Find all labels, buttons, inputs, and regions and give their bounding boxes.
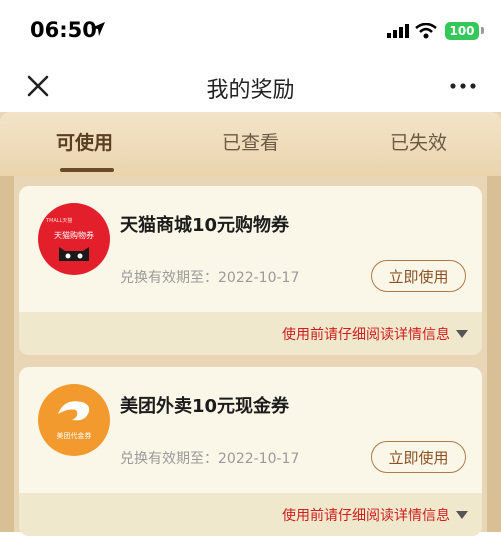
coupon-footer: 使用前请仔细阅读详情信息 xyxy=(19,493,482,536)
details-link[interactable]: 使用前请仔细阅读详情信息 xyxy=(282,505,450,525)
left-border-decoration xyxy=(0,176,14,532)
tmall-cat-icon xyxy=(59,247,89,261)
coupon-title: 天猫商城10元购物券 xyxy=(120,215,290,236)
cellular-signal-icon xyxy=(387,24,409,38)
tab-usable[interactable]: 可使用 xyxy=(56,128,113,155)
battery-icon: 100 xyxy=(445,22,479,40)
use-now-button[interactable]: 立即使用 xyxy=(371,260,466,292)
tab-bar: 可使用 已查看 已失效 xyxy=(0,112,501,176)
coupon-expiry: 兑换有效期至：2022-10-17 xyxy=(120,451,300,467)
status-bar: 06:50 100 xyxy=(0,0,501,62)
caret-down-icon[interactable] xyxy=(456,330,468,338)
tmall-logo-icon: TMALL天猫 天猫购物券 xyxy=(38,203,110,275)
page-title: 我的奖励 xyxy=(206,78,295,103)
active-tab-indicator xyxy=(60,168,114,172)
battery-cap xyxy=(481,27,484,34)
tab-viewed[interactable]: 已查看 xyxy=(222,128,279,155)
coupon-card: TMALL天猫 天猫购物券 天猫商城10元购物券 兑换有效期至：2022-10-… xyxy=(19,186,482,355)
wifi-icon xyxy=(415,23,437,39)
right-border-decoration xyxy=(487,176,501,532)
location-arrow-icon xyxy=(91,22,105,36)
logo-label: 天猫购物券 xyxy=(54,231,94,240)
use-now-button[interactable]: 立即使用 xyxy=(371,441,466,473)
status-time: 06:50 xyxy=(30,18,97,42)
coupon-card: 美团代金券 美团外卖10元现金券 兑换有效期至：2022-10-17 立即使用 … xyxy=(19,367,482,536)
rewards-content: 可使用 已查看 已失效 TMALL天猫 天猫购物券 天猫商城10元购物券 兑换有… xyxy=(0,112,501,536)
meituan-kangaroo-icon xyxy=(58,401,90,421)
coupon-footer: 使用前请仔细阅读详情信息 xyxy=(19,312,482,355)
coupon-title: 美团外卖10元现金券 xyxy=(120,396,290,417)
header-bar: 我的奖励 xyxy=(0,62,501,112)
logo-brand-text: TMALL天猫 xyxy=(46,218,73,224)
more-options-icon[interactable] xyxy=(448,76,478,96)
tab-expired[interactable]: 已失效 xyxy=(390,128,447,155)
caret-down-icon[interactable] xyxy=(456,511,468,519)
logo-label: 美团代金券 xyxy=(56,432,92,440)
meituan-logo-icon: 美团代金券 xyxy=(38,384,110,456)
coupon-expiry: 兑换有效期至：2022-10-17 xyxy=(120,270,300,286)
details-link[interactable]: 使用前请仔细阅读详情信息 xyxy=(282,324,450,344)
